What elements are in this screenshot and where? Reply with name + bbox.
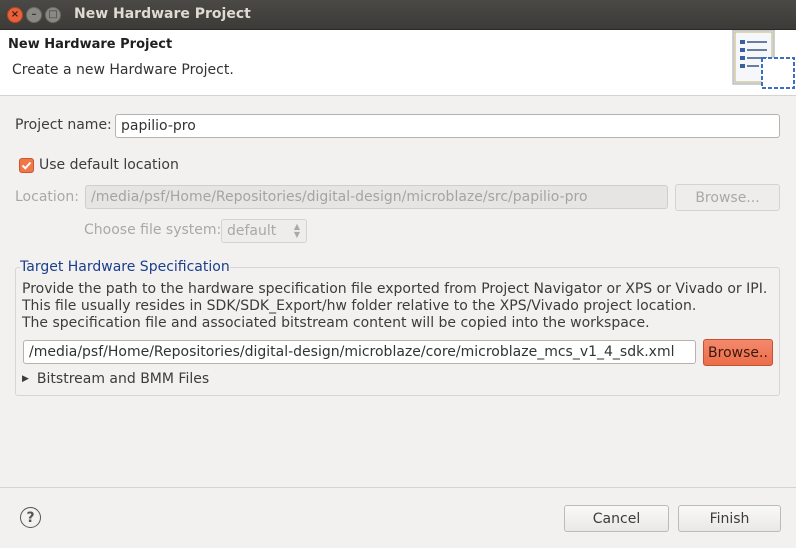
bitstream-expander[interactable]: ▶ Bitstream and BMM Files [22, 371, 209, 387]
help-icon[interactable]: ? [20, 507, 41, 528]
file-system-select[interactable]: default ▲ ▼ [221, 219, 307, 243]
spec-description-line-3: The specification file and associated bi… [22, 315, 650, 331]
finish-button[interactable]: Finish [678, 505, 781, 532]
bitstream-label: Bitstream and BMM Files [36, 371, 210, 387]
project-name-label: Project name: [15, 117, 112, 133]
spec-path-input[interactable] [23, 340, 696, 364]
expand-arrow-icon: ▶ [22, 374, 29, 384]
close-window-button[interactable]: × [7, 7, 23, 23]
spec-description-line-2: This file usually resides in SDK/SDK_Exp… [22, 298, 697, 314]
maximize-window-button[interactable]: □ [45, 7, 61, 23]
use-default-location-label[interactable]: Use default location [39, 157, 179, 173]
window-titlebar: × – □ New Hardware Project [0, 0, 796, 30]
location-input[interactable] [85, 185, 668, 209]
wizard-page-icon [732, 30, 795, 89]
target-hardware-group-title: Target Hardware Specification [20, 259, 230, 275]
spec-browse-button[interactable]: Browse.. [703, 339, 773, 366]
minimize-window-button[interactable]: – [26, 7, 42, 23]
spinner-arrows-icon: ▲ ▼ [293, 222, 300, 239]
window-title: New Hardware Project [74, 6, 251, 22]
wizard-header: New Hardware Project Create a new Hardwa… [0, 30, 796, 96]
location-label: Location: [15, 189, 79, 205]
checkmark-icon [21, 161, 32, 170]
file-system-label: Choose file system: [84, 222, 222, 238]
footer-divider [0, 487, 796, 488]
location-browse-button[interactable]: Browse... [675, 184, 780, 211]
project-name-input[interactable] [115, 114, 780, 138]
cancel-button[interactable]: Cancel [564, 505, 669, 532]
wizard-page-description: Create a new Hardware Project. [12, 62, 234, 78]
wizard-page-title: New Hardware Project [8, 37, 173, 52]
spec-description-line-1: Provide the path to the hardware specifi… [22, 281, 768, 297]
file-system-value: default [227, 223, 277, 239]
use-default-location-checkbox[interactable] [19, 158, 34, 173]
